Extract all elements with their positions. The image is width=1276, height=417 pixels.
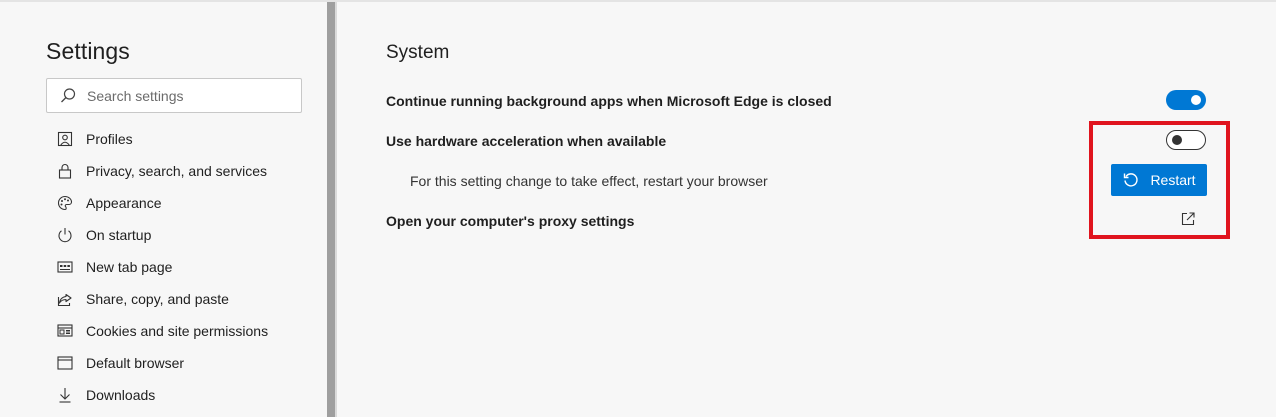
sidebar-item-downloads[interactable]: Downloads [56, 379, 306, 411]
sidebar-item-label: Downloads [86, 387, 156, 403]
profile-icon [56, 130, 74, 148]
background-apps-toggle[interactable] [1166, 90, 1206, 110]
sidebar-item-label: Default browser [86, 355, 185, 371]
page-title: Settings [46, 38, 130, 64]
sidebar-item-profiles[interactable]: Profiles [56, 123, 306, 155]
sidebar-item-label: Appearance [86, 195, 162, 211]
sidebar-item-default-browser[interactable]: Default browser [56, 347, 306, 379]
search-input[interactable] [87, 87, 287, 104]
search-box[interactable] [46, 78, 302, 113]
palette-icon [56, 194, 74, 212]
sidebar-item-label: Privacy, search, and services [86, 163, 268, 179]
section-title: System [386, 42, 450, 63]
search-icon [59, 87, 77, 105]
browser-icon [56, 354, 74, 372]
sidebar-item-cookies[interactable]: Cookies and site permissions [56, 315, 306, 347]
background-apps-label: Continue running background apps when Mi… [386, 93, 832, 109]
lock-icon [56, 162, 74, 180]
main-content: System Continue running background apps … [337, 2, 1276, 417]
sidebar-item-label: Cookies and site permissions [86, 323, 269, 339]
hardware-acceleration-label: Use hardware acceleration when available [386, 133, 667, 149]
sidebar-item-share-copy-paste[interactable]: Share, copy, and paste [56, 283, 306, 315]
share-icon [56, 290, 74, 308]
proxy-settings-label: Open your computer's proxy settings [386, 213, 635, 229]
sidebar-item-label: On startup [86, 227, 152, 243]
sidebar-scrollbar[interactable] [327, 2, 335, 417]
download-icon [56, 386, 74, 404]
new-tab-icon [56, 258, 74, 276]
sidebar-item-privacy[interactable]: Privacy, search, and services [56, 155, 306, 187]
sidebar-item-label: New tab page [86, 259, 173, 275]
sidebar-item-appearance[interactable]: Appearance [56, 187, 306, 219]
highlight-box [1089, 121, 1230, 239]
cookies-icon [56, 322, 74, 340]
sidebar: Settings Profiles Privacy, search, and s… [0, 2, 326, 417]
sidebar-item-label: Share, copy, and paste [86, 291, 229, 307]
sidebar-item-label: Profiles [86, 131, 133, 147]
sidebar-nav: Profiles Privacy, search, and services A… [56, 123, 306, 411]
power-icon [56, 226, 74, 244]
sidebar-item-on-startup[interactable]: On startup [56, 219, 306, 251]
sidebar-item-new-tab-page[interactable]: New tab page [56, 251, 306, 283]
toggle-knob [1191, 95, 1201, 105]
restart-note: For this setting change to take effect, … [410, 173, 768, 189]
